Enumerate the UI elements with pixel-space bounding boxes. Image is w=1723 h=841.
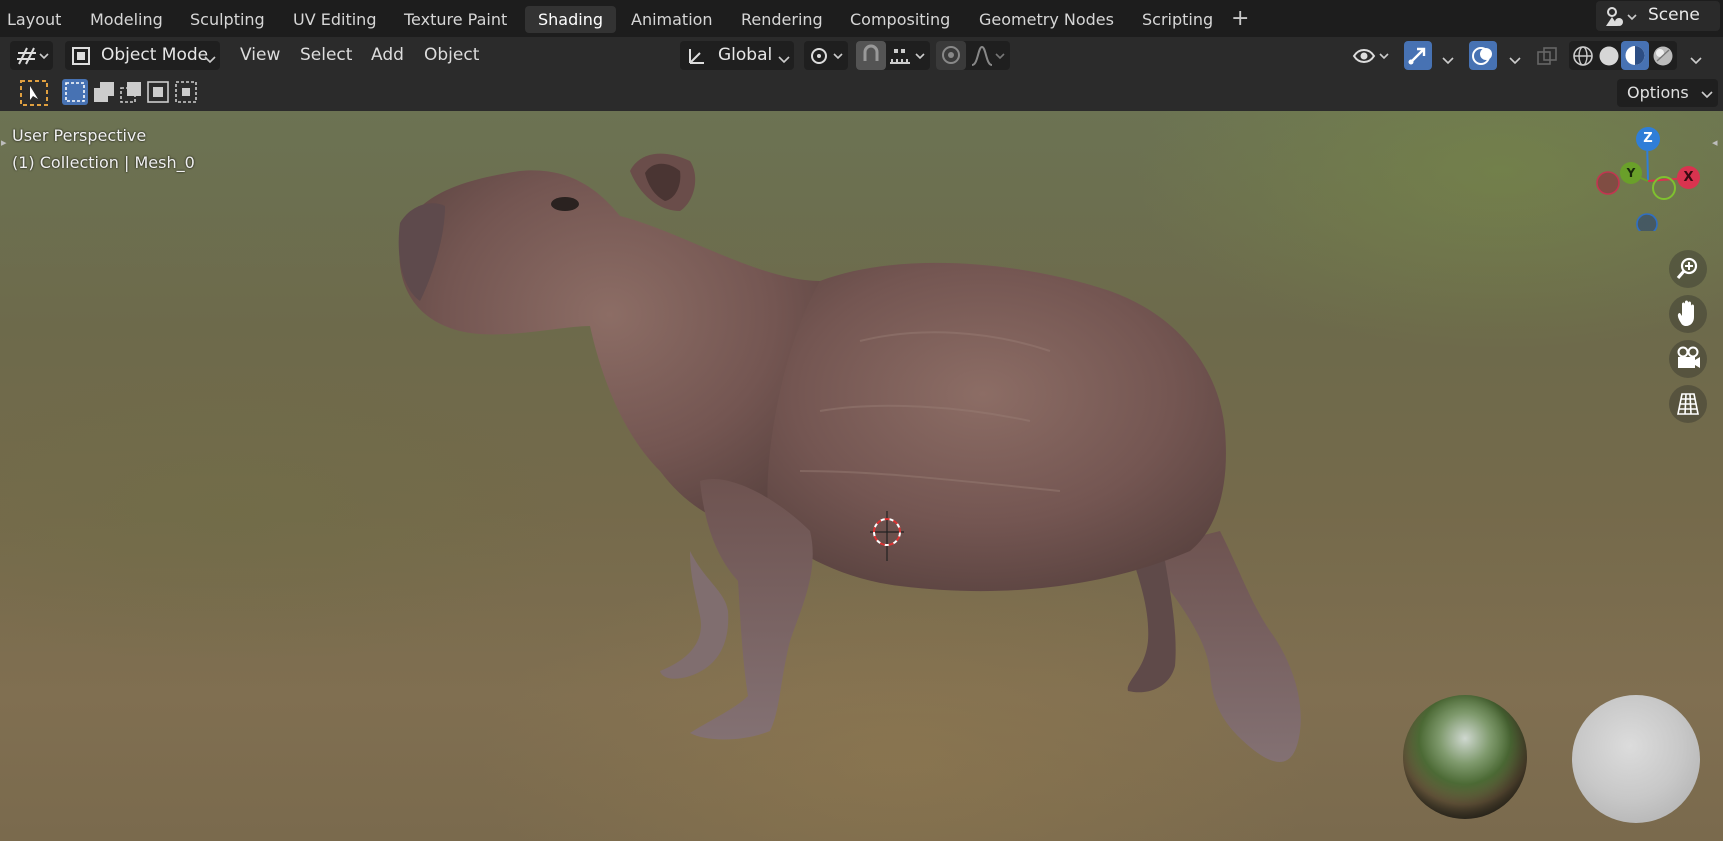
object-mode-icon <box>71 46 91 70</box>
xray-icon[interactable] <box>1536 46 1558 70</box>
material-preview-icon[interactable] <box>1621 41 1649 70</box>
chevron-down-icon[interactable] <box>1690 50 1702 69</box>
chevron-down-icon <box>204 49 216 68</box>
tab-scripting[interactable]: Scripting <box>1129 6 1226 33</box>
wireframe-shading-icon[interactable] <box>1571 44 1595 72</box>
gizmo-x-label: X <box>1683 170 1694 185</box>
scene-selector[interactable]: Scene <box>1596 1 1720 31</box>
hdri-preview-sphere <box>1403 695 1527 819</box>
chevron-down-icon <box>1509 50 1521 69</box>
material-preview-sphere <box>1572 695 1700 823</box>
add-workspace-button[interactable]: + <box>1231 6 1249 32</box>
hand-pan-icon[interactable] <box>1669 295 1707 333</box>
select-set-new-icon[interactable] <box>62 79 88 105</box>
editor-type-icon <box>16 45 50 71</box>
options-label: Options <box>1627 83 1689 102</box>
tab-layout[interactable]: Layout <box>0 6 74 33</box>
overlay-icon <box>1469 41 1497 70</box>
object-mode-label: Object Mode <box>101 45 209 65</box>
shading-mode-group <box>1569 41 1677 70</box>
gizmo-y-axis[interactable]: Y <box>1620 162 1642 184</box>
object-mode-dropdown[interactable]: Object Mode <box>65 41 220 70</box>
select-extend-icon[interactable] <box>91 79 117 109</box>
tool-settings-bar: Options <box>0 74 1723 111</box>
tab-animation[interactable]: Animation <box>618 6 726 33</box>
camera-icon[interactable] <box>1669 340 1707 378</box>
options-dropdown[interactable]: Options <box>1617 79 1718 107</box>
select-invert-icon[interactable] <box>145 79 171 109</box>
menu-view[interactable]: View <box>240 42 280 69</box>
tab-modeling[interactable]: Modeling <box>77 6 176 33</box>
visibility-icon <box>1352 45 1392 71</box>
scene-label: Scene <box>1648 5 1700 25</box>
tab-texture-paint[interactable]: Texture Paint <box>391 6 520 33</box>
proportional-edit-group[interactable] <box>936 41 1010 70</box>
snap-group[interactable] <box>856 41 930 70</box>
gizmo-dropdown[interactable] <box>1404 41 1462 70</box>
menu-add[interactable]: Add <box>371 42 404 69</box>
tab-geometry-nodes[interactable]: Geometry Nodes <box>966 6 1127 33</box>
editor-type-button[interactable] <box>10 41 53 70</box>
viewport-header: Object Mode View Select Add Object Globa… <box>0 37 1723 74</box>
visibility-dropdown[interactable] <box>1350 41 1394 70</box>
gizmo-z-axis[interactable]: Z <box>1636 127 1660 151</box>
3d-cursor-icon <box>870 511 904 565</box>
falloff-icon <box>970 45 1008 71</box>
solid-shading-icon[interactable] <box>1597 44 1621 72</box>
snap-icon <box>856 41 886 70</box>
grid-ortho-icon[interactable] <box>1669 385 1707 423</box>
pivot-icon <box>808 45 846 71</box>
select-box-tool-icon[interactable] <box>19 79 49 107</box>
gizmo-z-label: Z <box>1643 131 1653 146</box>
gizmo-x-axis[interactable]: X <box>1677 166 1700 189</box>
zoom-icon[interactable] <box>1669 250 1707 288</box>
3d-viewport[interactable]: ▸ ◂ User Perspective (1) Collection | Me… <box>0 111 1723 841</box>
tab-uv-editing[interactable]: UV Editing <box>280 6 389 33</box>
chevron-down-icon <box>1442 50 1454 69</box>
tab-shading[interactable]: Shading <box>525 6 616 33</box>
tab-sculpting[interactable]: Sculpting <box>177 6 278 33</box>
orientation-label: Global <box>718 45 773 65</box>
select-intersect-icon[interactable] <box>173 79 199 109</box>
transform-orientation-dropdown[interactable]: Global <box>680 41 794 70</box>
tab-compositing[interactable]: Compositing <box>837 6 963 33</box>
select-subtract-icon[interactable] <box>118 79 144 109</box>
gizmo-icon <box>1404 41 1432 70</box>
chevron-down-icon <box>1701 89 1713 99</box>
scene-icon <box>1604 6 1638 32</box>
snap-increment-icon <box>888 45 928 71</box>
rendered-shading-icon[interactable] <box>1651 44 1675 72</box>
pivot-point-dropdown[interactable] <box>804 41 848 70</box>
tab-rendering[interactable]: Rendering <box>728 6 836 33</box>
overlay-dropdown[interactable] <box>1469 41 1527 70</box>
workspace-bar: Layout Modeling Sculpting UV Editing Tex… <box>0 0 1723 37</box>
chevron-down-icon <box>778 49 790 68</box>
menu-object[interactable]: Object <box>424 42 479 69</box>
transform-orientation-icon <box>686 45 708 71</box>
menu-select[interactable]: Select <box>300 42 352 69</box>
navigation-gizmo[interactable]: Z X Y <box>1585 121 1705 231</box>
gizmo-y-label: Y <box>1626 166 1636 180</box>
proportional-edit-icon <box>936 41 966 70</box>
